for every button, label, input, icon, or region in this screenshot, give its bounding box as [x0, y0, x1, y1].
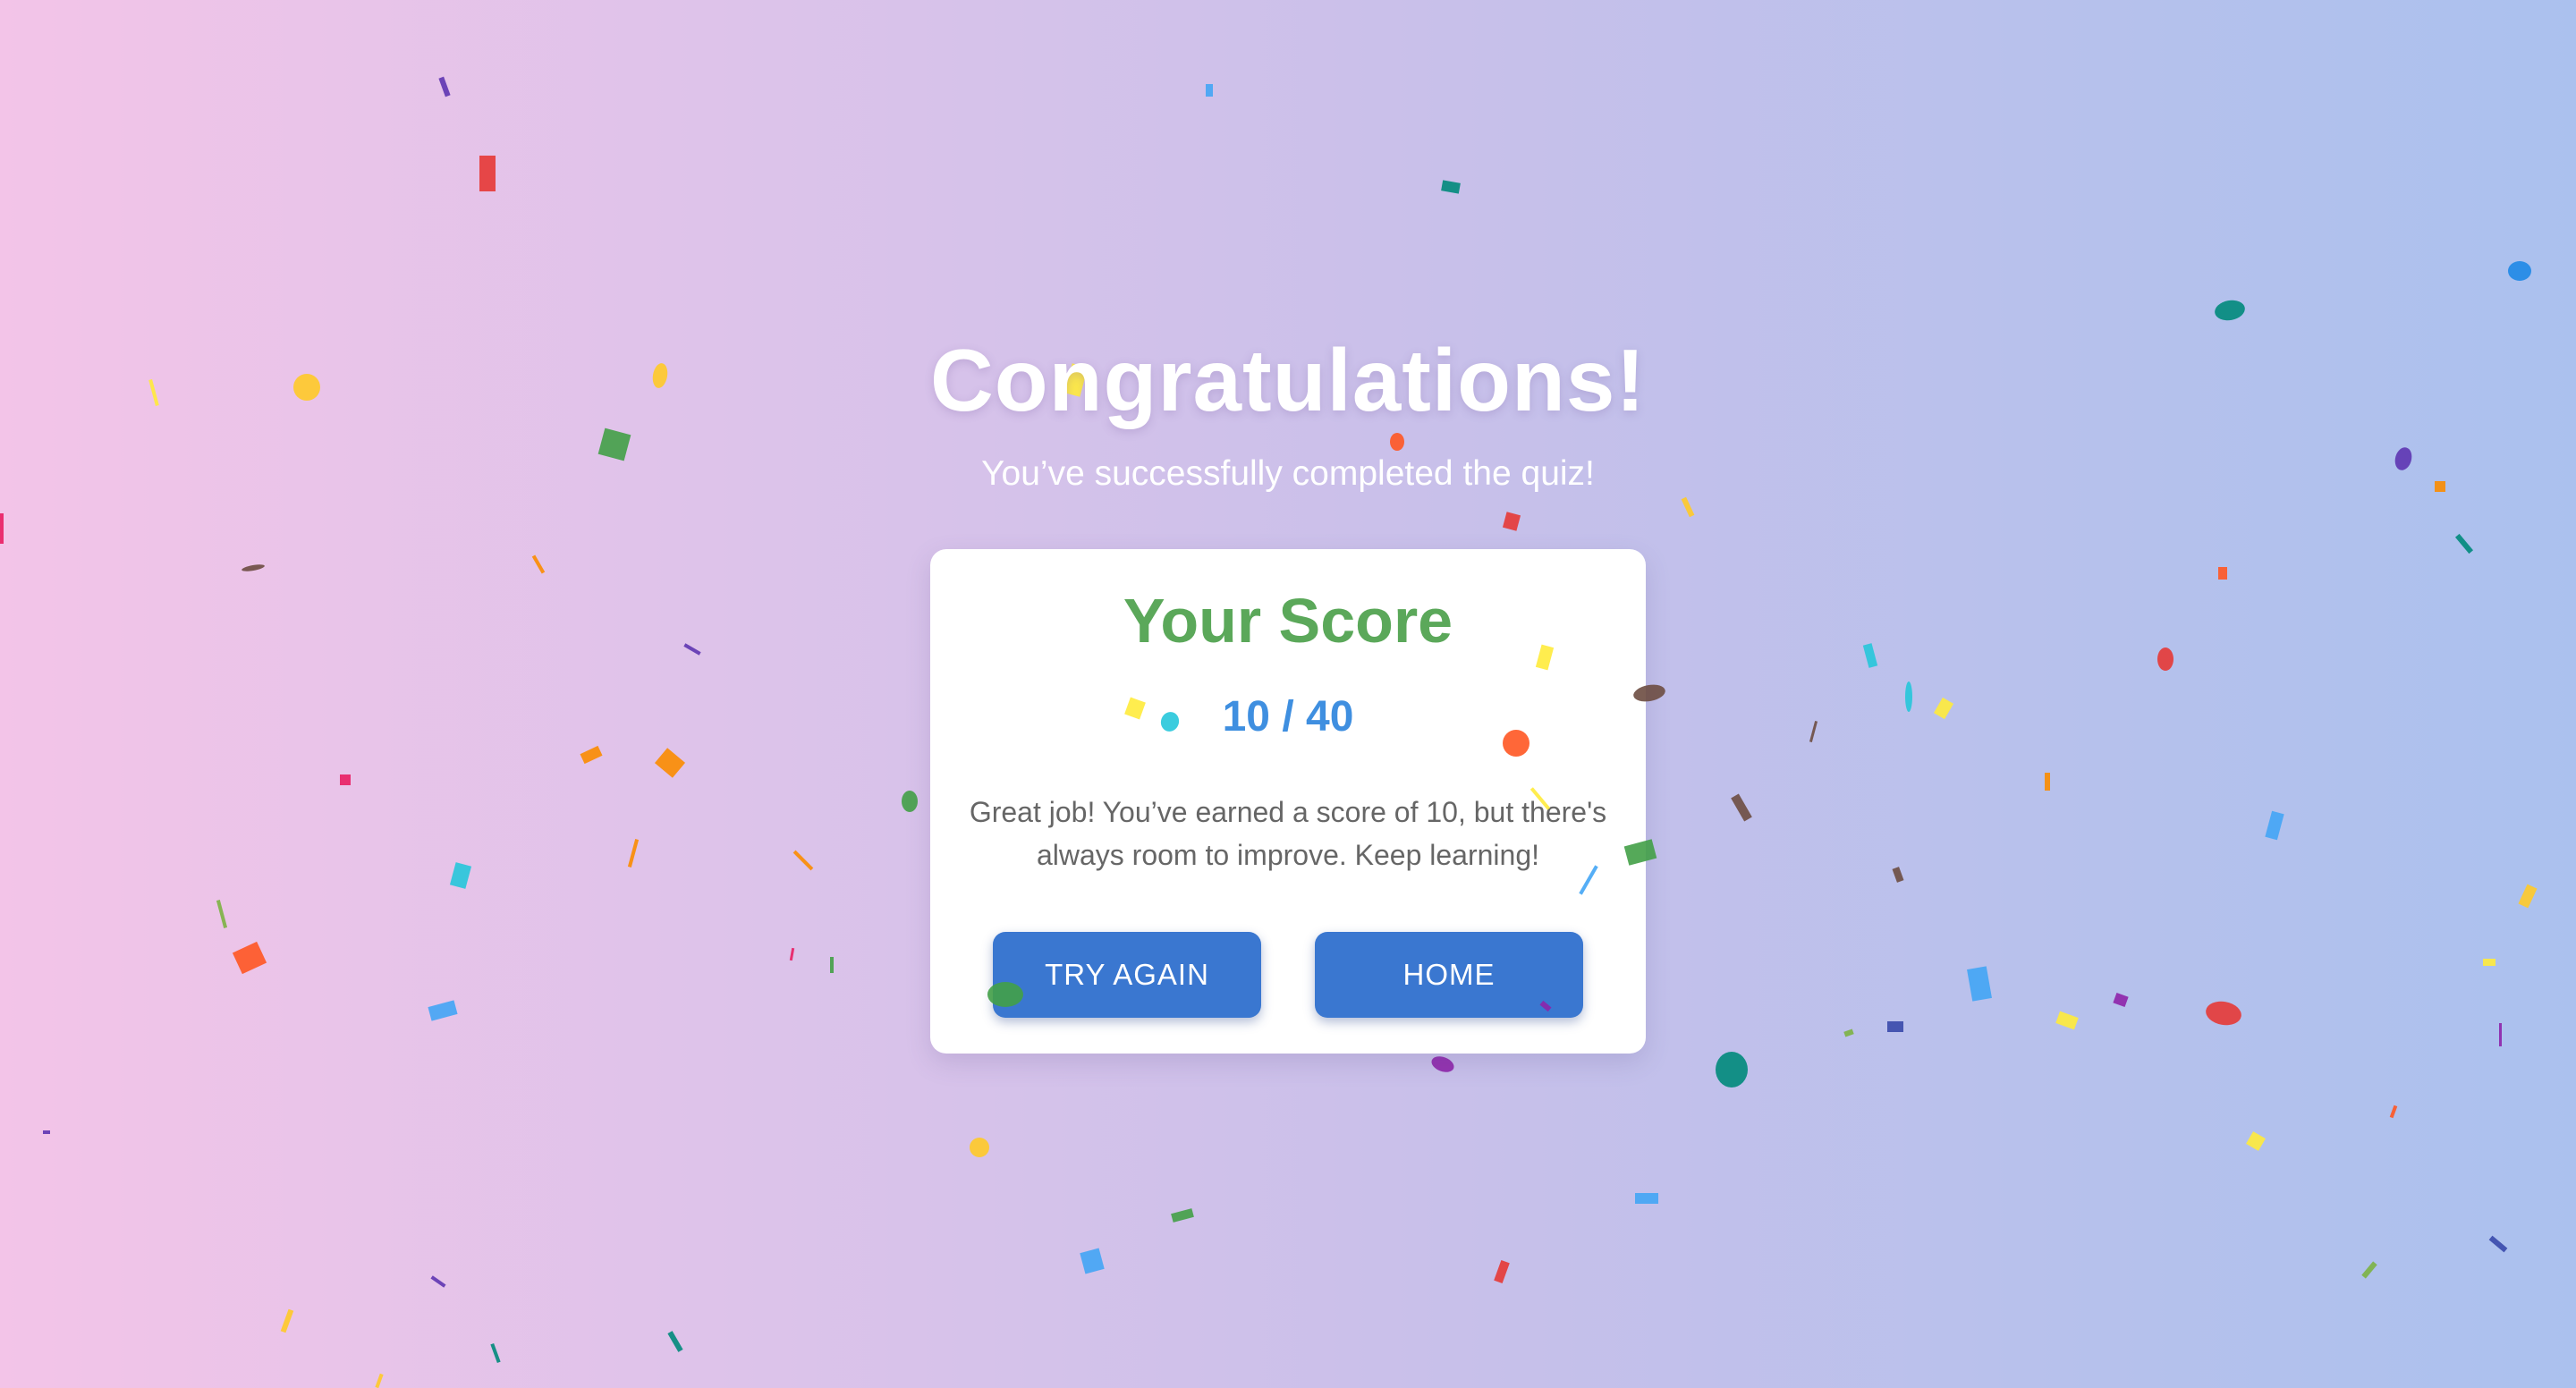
confetti-piece [1905, 681, 1912, 712]
confetti-piece [1172, 1107, 1191, 1123]
confetti-piece [2488, 1235, 2508, 1253]
confetti-piece [1731, 793, 1752, 822]
confetti-piece [2218, 567, 2227, 580]
confetti-piece [1892, 867, 1904, 883]
confetti-piece [667, 1331, 683, 1352]
confetti-piece [241, 563, 266, 573]
confetti-piece [2113, 992, 2129, 1008]
confetti-piece [902, 791, 918, 812]
confetti-piece [531, 554, 546, 574]
confetti-piece [1887, 1021, 1903, 1032]
confetti-piece [2045, 773, 2050, 791]
confetti-piece [2213, 298, 2247, 323]
confetti-piece [1809, 721, 1818, 742]
celebration-screen: Congratulations! You’ve successfully com… [0, 0, 2576, 1388]
confetti-piece [654, 748, 686, 778]
confetti-piece [2389, 1104, 2398, 1119]
confetti-piece [43, 1130, 50, 1134]
confetti-piece [2518, 884, 2538, 909]
confetti-piece [428, 1000, 458, 1021]
confetti-piece [792, 850, 814, 871]
confetti-piece [580, 745, 603, 765]
confetti-piece [232, 941, 267, 975]
confetti-piece [449, 862, 472, 889]
confetti-piece [1635, 1193, 1658, 1204]
confetti-piece [2483, 959, 2496, 966]
confetti-piece [1681, 496, 1695, 518]
confetti-piece [1494, 1260, 1510, 1283]
confetti-piece [1429, 1054, 1456, 1075]
score-message: Great job! You’ve earned a score of 10, … [969, 796, 1607, 871]
confetti-piece [2499, 1023, 2502, 1046]
confetti-piece [1080, 1248, 1105, 1274]
home-button[interactable]: HOME [1315, 932, 1583, 1018]
confetti-piece [830, 957, 834, 973]
confetti-piece [970, 1138, 989, 1157]
confetti-piece [2204, 998, 2243, 1028]
congratulations-headline: Congratulations! [930, 331, 1646, 429]
confetti-piece [683, 643, 701, 656]
confetti-piece [438, 76, 451, 97]
confetti-piece [1502, 512, 1521, 531]
confetti-piece [1390, 433, 1404, 451]
confetti-piece [0, 513, 4, 544]
confetti-piece [490, 1342, 501, 1364]
confetti-piece [375, 1373, 384, 1388]
confetti-piece [2265, 810, 2284, 841]
confetti-piece [1171, 1208, 1194, 1223]
confetti-piece [1862, 643, 1878, 668]
confetti-piece [280, 1308, 294, 1333]
try-again-button[interactable]: TRY AGAIN [993, 932, 1261, 1018]
confetti-piece [2157, 647, 2174, 671]
confetti-piece [1716, 1052, 1748, 1088]
completion-subheadline: You’ve successfully completed the quiz! [981, 454, 1595, 493]
score-card-title: Your Score [1123, 586, 1453, 656]
confetti-piece [216, 900, 228, 928]
confetti-piece [789, 947, 795, 961]
confetti-piece [2361, 1261, 2377, 1279]
confetti-piece [1933, 697, 1954, 720]
confetti-piece [1843, 1028, 1854, 1037]
confetti-piece [340, 774, 351, 785]
confetti-piece [2246, 1131, 2266, 1151]
confetti-piece [479, 156, 496, 191]
confetti-piece [2055, 1011, 2079, 1030]
score-card: Your Score 10 / 40 Great job! You’ve ear… [930, 549, 1646, 1054]
confetti-piece [2508, 261, 2531, 281]
confetti-piece [430, 1275, 446, 1288]
score-value: 10 / 40 [1222, 693, 1354, 741]
confetti-piece [1967, 966, 1992, 1002]
confetti-piece [2454, 533, 2474, 554]
confetti-piece [1441, 180, 1461, 194]
confetti-piece [627, 839, 640, 868]
confetti-piece [1206, 84, 1213, 97]
